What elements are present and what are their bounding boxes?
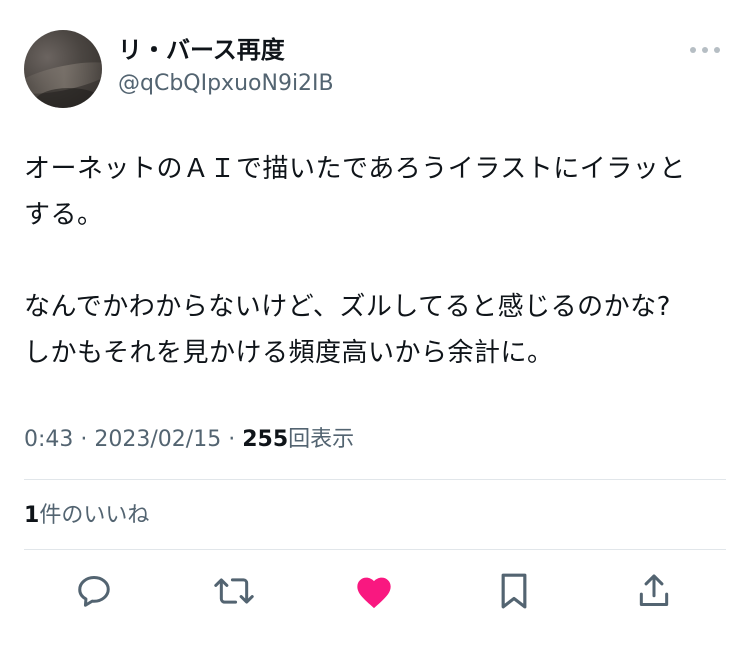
share-button[interactable] [631,568,677,614]
action-bar [0,568,750,618]
like-button[interactable] [351,568,397,614]
tweet-time[interactable]: 0:43 [24,427,73,452]
likes-label: 件のいいね [39,503,150,528]
user-handle[interactable]: @qCbQIpxuoN9i2IB [118,68,334,100]
divider [24,549,726,550]
tweet-header: リ・バース再度 @qCbQIpxuoN9i2IB [24,30,726,110]
tweet-line: しかもそれを見かける頻度高いから余計に。 [24,338,554,368]
views-label[interactable]: 回表示 [288,427,354,452]
tweet-line: する。 [24,200,104,230]
avatar[interactable] [24,30,102,108]
tweet-line: オーネットのＡＩで描いたであろうイラストにイラッと [24,154,686,184]
divider [24,479,726,480]
meta-separator: · [80,427,88,452]
user-info: リ・バース再度 @qCbQIpxuoN9i2IB [118,34,334,100]
tweet-text: オーネットのＡＩで描いたであろうイラストにイラッと する。 なんでかわからないけ… [24,146,728,376]
tweet: リ・バース再度 @qCbQIpxuoN9i2IB オーネットのＡＩで描いたであろ… [0,0,750,665]
meta-separator: · [228,427,236,452]
views-count[interactable]: 255 [242,427,288,452]
retweet-icon [214,578,254,604]
likes-count: 1 [24,503,40,528]
tweet-meta: 0:43 · 2023/02/15 · 255回表示 [24,424,354,456]
tweet-date[interactable]: 2023/02/15 [94,427,221,452]
display-name[interactable]: リ・バース再度 [118,34,334,66]
reply-icon [78,576,110,607]
more-options-icon[interactable] [690,44,720,56]
likes-summary[interactable]: 1件のいいね [24,500,149,532]
bookmark-button[interactable] [491,568,537,614]
tweet-line: なんでかわからないけど、ズルしてると感じるのかな? [24,292,671,322]
reply-button[interactable] [71,568,117,614]
bookmark-icon [501,573,527,609]
retweet-button[interactable] [211,568,257,614]
heart-icon [357,577,391,609]
share-icon [639,574,669,606]
